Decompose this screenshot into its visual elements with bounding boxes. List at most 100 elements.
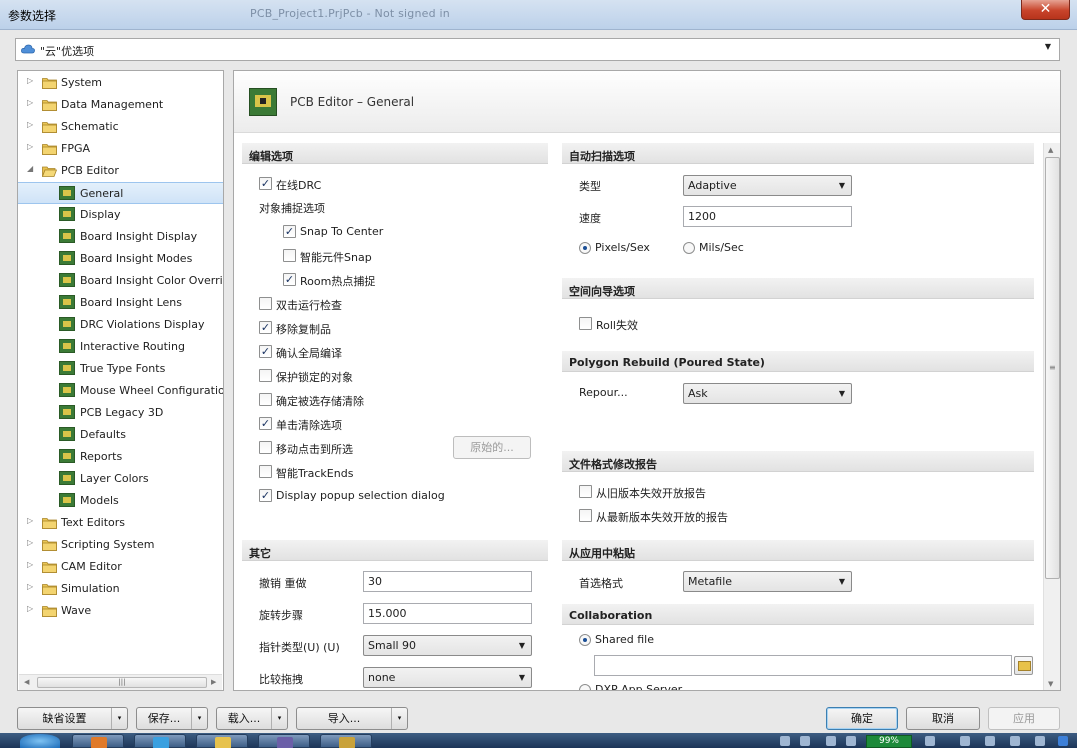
tree-item[interactable]: General — [18, 182, 223, 204]
chevron-down-icon[interactable]: ▾ — [191, 708, 207, 729]
tree-horizontal-scrollbar[interactable]: ◀ ||| ▶ — [19, 674, 222, 690]
radio-circle[interactable] — [579, 242, 591, 254]
battery-indicator[interactable]: 99% — [866, 735, 912, 748]
panel-vertical-scrollbar[interactable]: ▲ ≡ ▼ — [1043, 143, 1060, 690]
load-button[interactable]: 载入... ▾ — [216, 707, 288, 730]
preferred-format-select[interactable]: Metafile ▼ — [683, 571, 852, 592]
taskbar-app-icon[interactable] — [258, 734, 310, 748]
tree-item[interactable]: ▷ CAM Editor — [18, 556, 223, 578]
chevron-down-icon[interactable]: ▾ — [391, 708, 407, 729]
tree-item[interactable]: ▷ Scripting System — [18, 534, 223, 556]
tree-item[interactable]: ▷ Wave — [18, 600, 223, 622]
tree-item[interactable]: ▷ Simulation — [18, 578, 223, 600]
collapsed-arrow-icon[interactable]: ▷ — [27, 538, 33, 547]
start-button-icon[interactable] — [20, 734, 60, 748]
taskbar-altium-icon[interactable] — [320, 734, 372, 748]
checkbox-box[interactable]: ✓ — [259, 321, 272, 334]
checkbox-box[interactable] — [259, 369, 272, 382]
tray-icon[interactable] — [1058, 736, 1068, 746]
defaults-button[interactable]: 缺省设置 ▾ — [17, 707, 128, 730]
checkbox-box[interactable] — [579, 485, 592, 498]
radio-circle[interactable] — [579, 634, 591, 646]
tree-scroll-thumb[interactable]: ||| — [37, 677, 207, 688]
tree-item[interactable]: Layer Colors — [18, 468, 223, 490]
collapsed-arrow-icon[interactable]: ▷ — [27, 604, 33, 613]
tree-item[interactable]: Mouse Wheel Configuration — [18, 380, 223, 402]
preferences-tree[interactable]: ▷ System ▷ Data Management ▷ Schematic ▷ FPGA ◢ P… — [17, 70, 224, 691]
tree-item[interactable]: True Type Fonts — [18, 358, 223, 380]
cursor-type-select[interactable]: Small 90 ▼ — [363, 635, 532, 656]
checkbox-box[interactable] — [259, 393, 272, 406]
checkbox-box[interactable]: ✓ — [259, 417, 272, 430]
checkbox-box[interactable]: ✓ — [259, 345, 272, 358]
checkbox-box[interactable]: ✓ — [283, 273, 296, 286]
taskbar-browser-icon[interactable] — [72, 734, 124, 748]
undo-redo-input[interactable]: 30 — [363, 571, 532, 592]
checkbox-box[interactable] — [579, 317, 592, 330]
tray-icon[interactable] — [780, 736, 790, 746]
tray-icon[interactable] — [960, 736, 970, 746]
tray-icon[interactable] — [1010, 736, 1020, 746]
autopan-speed-input[interactable]: 1200 — [683, 206, 852, 227]
checkbox-box[interactable] — [283, 249, 296, 262]
taskbar-folder-icon[interactable] — [196, 734, 248, 748]
tree-item[interactable]: Defaults — [18, 424, 223, 446]
checkbox-box[interactable] — [579, 509, 592, 522]
tree-item[interactable]: ▷ System — [18, 72, 223, 94]
tray-icon[interactable] — [985, 736, 995, 746]
save-button[interactable]: 保存... ▾ — [136, 707, 208, 730]
cloud-preferences-dropdown[interactable]: "云"优选项 ▼ — [15, 38, 1060, 61]
radio-circle[interactable] — [683, 242, 695, 254]
expanded-arrow-icon[interactable]: ◢ — [27, 164, 33, 173]
checkbox-box[interactable] — [259, 465, 272, 478]
tree-item[interactable]: DRC Violations Display — [18, 314, 223, 336]
collapsed-arrow-icon[interactable]: ▷ — [27, 582, 33, 591]
browse-folder-icon[interactable] — [1014, 656, 1033, 675]
collapsed-arrow-icon[interactable]: ▷ — [27, 560, 33, 569]
tray-icon[interactable] — [1035, 736, 1045, 746]
autopan-type-select[interactable]: Adaptive ▼ — [683, 175, 852, 196]
close-button[interactable]: ✕ — [1021, 0, 1070, 20]
tray-icon[interactable] — [800, 736, 810, 746]
tree-item[interactable]: Reports — [18, 446, 223, 468]
import-button[interactable]: 导入... ▾ — [296, 707, 408, 730]
tree-item[interactable]: Board Insight Color Overrid — [18, 270, 223, 292]
collapsed-arrow-icon[interactable]: ▷ — [27, 98, 33, 107]
radio-circle[interactable] — [579, 684, 591, 690]
tree-item[interactable]: ▷ FPGA — [18, 138, 223, 160]
checkbox-box[interactable] — [259, 441, 272, 454]
tree-item[interactable]: ▷ Schematic — [18, 116, 223, 138]
tree-item[interactable]: ▷ Text Editors — [18, 512, 223, 534]
chevron-down-icon[interactable]: ▾ — [111, 708, 127, 729]
shared-file-path-input[interactable] — [594, 655, 1012, 676]
taskbar-search-icon[interactable] — [134, 734, 186, 748]
collapsed-arrow-icon[interactable]: ▷ — [27, 142, 33, 151]
scroll-down-icon[interactable]: ▼ — [1048, 680, 1053, 688]
collapsed-arrow-icon[interactable]: ▷ — [27, 76, 33, 85]
ok-button[interactable]: 确定 — [826, 707, 898, 730]
tray-icon[interactable] — [826, 736, 836, 746]
collapsed-arrow-icon[interactable]: ▷ — [27, 120, 33, 129]
tree-item[interactable]: Interactive Routing — [18, 336, 223, 358]
tree-item[interactable]: Board Insight Lens — [18, 292, 223, 314]
tree-item[interactable]: ◢ PCB Editor — [18, 160, 223, 182]
original-button[interactable]: 原始的... — [453, 436, 531, 459]
checkbox-box[interactable]: ✓ — [259, 489, 272, 502]
scroll-right-icon[interactable]: ▶ — [211, 678, 216, 686]
tree-item[interactable]: Models — [18, 490, 223, 512]
apply-button[interactable]: 应用 — [988, 707, 1060, 730]
collapsed-arrow-icon[interactable]: ▷ — [27, 516, 33, 525]
tree-item[interactable]: Board Insight Display — [18, 226, 223, 248]
tray-icon[interactable] — [925, 736, 935, 746]
checkbox-box[interactable]: ✓ — [283, 225, 296, 238]
tree-item[interactable]: Board Insight Modes — [18, 248, 223, 270]
scroll-up-icon[interactable]: ▲ — [1048, 146, 1053, 154]
tree-item[interactable]: ▷ Data Management — [18, 94, 223, 116]
compare-drag-select[interactable]: none ▼ — [363, 667, 532, 688]
cancel-button[interactable]: 取消 — [906, 707, 980, 730]
tree-item[interactable]: Display — [18, 204, 223, 226]
chevron-down-icon[interactable]: ▾ — [271, 708, 287, 729]
rotation-step-input[interactable]: 15.000 — [363, 603, 532, 624]
checkbox-box[interactable] — [259, 297, 272, 310]
panel-scroll-thumb[interactable]: ≡ — [1045, 157, 1060, 579]
